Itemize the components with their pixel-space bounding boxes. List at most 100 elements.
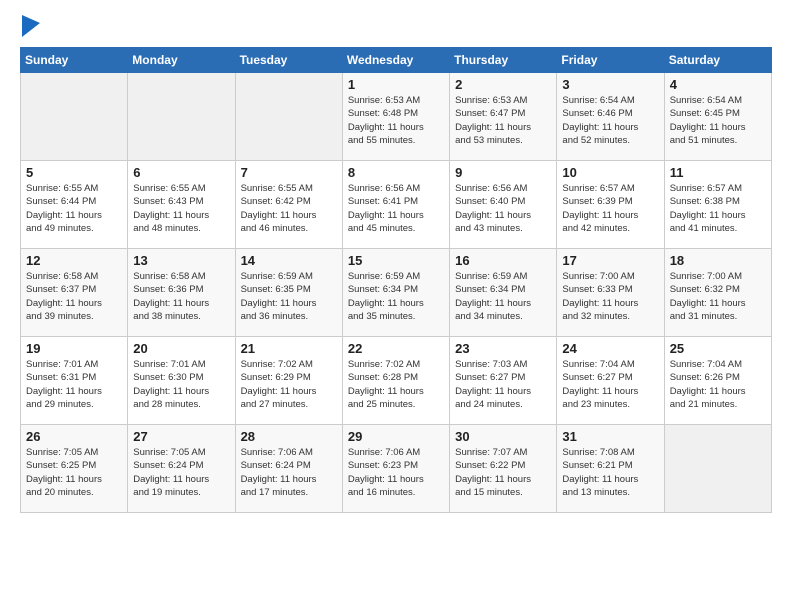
day-info: Sunrise: 6:56 AM Sunset: 6:41 PM Dayligh… — [348, 182, 444, 235]
weekday-sunday: Sunday — [21, 48, 128, 73]
day-info: Sunrise: 6:55 AM Sunset: 6:44 PM Dayligh… — [26, 182, 122, 235]
day-info: Sunrise: 6:57 AM Sunset: 6:39 PM Dayligh… — [562, 182, 658, 235]
day-info: Sunrise: 6:53 AM Sunset: 6:47 PM Dayligh… — [455, 94, 551, 147]
day-number: 20 — [133, 341, 229, 356]
day-info: Sunrise: 6:55 AM Sunset: 6:43 PM Dayligh… — [133, 182, 229, 235]
calendar-cell: 31Sunrise: 7:08 AM Sunset: 6:21 PM Dayli… — [557, 425, 664, 513]
weekday-thursday: Thursday — [450, 48, 557, 73]
calendar-cell: 29 Sunrise: 7:06 AM Sunset: 6:23 PM Dayli… — [342, 425, 449, 513]
day-number: 7 — [241, 165, 337, 180]
day-info: Sunrise: 7:02 AM Sunset: 6:28 PM Dayligh… — [348, 358, 444, 411]
calendar-cell: 14 Sunrise: 6:59 AM Sunset: 6:35 PM Dayli… — [235, 249, 342, 337]
calendar-cell: 26 Sunrise: 7:05 AM Sunset: 6:25 PM Dayli… — [21, 425, 128, 513]
day-info: Sunrise: 6:59 AM Sunset: 6:34 PM Dayligh… — [455, 270, 551, 323]
calendar-cell: 5 Sunrise: 6:55 AM Sunset: 6:44 PM Daylig… — [21, 161, 128, 249]
day-info: Sunrise: 7:06 AM Sunset: 6:23 PM Dayligh… — [348, 446, 444, 499]
calendar: SundayMondayTuesdayWednesdayThursdayFrid… — [20, 47, 772, 513]
day-number: 16 — [455, 253, 551, 268]
calendar-cell: 20Sunrise: 7:01 AM Sunset: 6:30 PM Dayli… — [128, 337, 235, 425]
calendar-cell: 28Sunrise: 7:06 AM Sunset: 6:24 PM Dayli… — [235, 425, 342, 513]
day-info: Sunrise: 6:58 AM Sunset: 6:37 PM Dayligh… — [26, 270, 122, 323]
week-row-4: 26 Sunrise: 7:05 AM Sunset: 6:25 PM Dayli… — [21, 425, 772, 513]
page: SundayMondayTuesdayWednesdayThursdayFrid… — [0, 0, 792, 612]
calendar-cell: 12 Sunrise: 6:58 AM Sunset: 6:37 PM Dayli… — [21, 249, 128, 337]
calendar-cell: 1 Sunrise: 6:53 AM Sunset: 6:48 PM Daylig… — [342, 73, 449, 161]
day-number: 14 — [241, 253, 337, 268]
day-info: Sunrise: 7:06 AM Sunset: 6:24 PM Dayligh… — [241, 446, 337, 499]
day-number: 9 — [455, 165, 551, 180]
day-info: Sunrise: 6:58 AM Sunset: 6:36 PM Dayligh… — [133, 270, 229, 323]
day-info: Sunrise: 6:55 AM Sunset: 6:42 PM Dayligh… — [241, 182, 337, 235]
calendar-cell: 23 Sunrise: 7:03 AM Sunset: 6:27 PM Dayli… — [450, 337, 557, 425]
day-number: 15 — [348, 253, 444, 268]
day-info: Sunrise: 6:54 AM Sunset: 6:45 PM Dayligh… — [670, 94, 766, 147]
day-info: Sunrise: 6:59 AM Sunset: 6:34 PM Dayligh… — [348, 270, 444, 323]
day-number: 4 — [670, 77, 766, 92]
week-row-0: 1 Sunrise: 6:53 AM Sunset: 6:48 PM Daylig… — [21, 73, 772, 161]
day-info: Sunrise: 6:59 AM Sunset: 6:35 PM Dayligh… — [241, 270, 337, 323]
day-info: Sunrise: 7:05 AM Sunset: 6:24 PM Dayligh… — [133, 446, 229, 499]
day-info: Sunrise: 7:00 AM Sunset: 6:33 PM Dayligh… — [562, 270, 658, 323]
day-info: Sunrise: 7:01 AM Sunset: 6:31 PM Dayligh… — [26, 358, 122, 411]
calendar-cell — [664, 425, 771, 513]
day-number: 3 — [562, 77, 658, 92]
day-info: Sunrise: 6:53 AM Sunset: 6:48 PM Dayligh… — [348, 94, 444, 147]
day-info: Sunrise: 7:04 AM Sunset: 6:26 PM Dayligh… — [670, 358, 766, 411]
calendar-cell: 25 Sunrise: 7:04 AM Sunset: 6:26 PM Dayli… — [664, 337, 771, 425]
header — [20, 15, 772, 37]
calendar-cell: 7 Sunrise: 6:55 AM Sunset: 6:42 PM Daylig… — [235, 161, 342, 249]
calendar-cell: 30Sunrise: 7:07 AM Sunset: 6:22 PM Dayli… — [450, 425, 557, 513]
day-number: 27 — [133, 429, 229, 444]
day-number: 18 — [670, 253, 766, 268]
week-row-2: 12 Sunrise: 6:58 AM Sunset: 6:37 PM Dayli… — [21, 249, 772, 337]
week-row-3: 19Sunrise: 7:01 AM Sunset: 6:31 PM Dayli… — [21, 337, 772, 425]
calendar-cell: 24 Sunrise: 7:04 AM Sunset: 6:27 PM Dayli… — [557, 337, 664, 425]
day-number: 5 — [26, 165, 122, 180]
day-number: 13 — [133, 253, 229, 268]
calendar-cell: 11 Sunrise: 6:57 AM Sunset: 6:38 PM Dayli… — [664, 161, 771, 249]
weekday-wednesday: Wednesday — [342, 48, 449, 73]
weekday-saturday: Saturday — [664, 48, 771, 73]
calendar-cell: 3 Sunrise: 6:54 AM Sunset: 6:46 PM Daylig… — [557, 73, 664, 161]
calendar-cell: 15 Sunrise: 6:59 AM Sunset: 6:34 PM Dayli… — [342, 249, 449, 337]
day-number: 22 — [348, 341, 444, 356]
day-info: Sunrise: 7:04 AM Sunset: 6:27 PM Dayligh… — [562, 358, 658, 411]
day-number: 26 — [26, 429, 122, 444]
day-info: Sunrise: 6:57 AM Sunset: 6:38 PM Dayligh… — [670, 182, 766, 235]
calendar-cell: 4 Sunrise: 6:54 AM Sunset: 6:45 PM Daylig… — [664, 73, 771, 161]
calendar-cell: 6 Sunrise: 6:55 AM Sunset: 6:43 PM Daylig… — [128, 161, 235, 249]
day-number: 25 — [670, 341, 766, 356]
calendar-cell: 17 Sunrise: 7:00 AM Sunset: 6:33 PM Dayli… — [557, 249, 664, 337]
weekday-monday: Monday — [128, 48, 235, 73]
day-number: 8 — [348, 165, 444, 180]
calendar-cell: 10 Sunrise: 6:57 AM Sunset: 6:39 PM Dayli… — [557, 161, 664, 249]
day-info: Sunrise: 7:03 AM Sunset: 6:27 PM Dayligh… — [455, 358, 551, 411]
calendar-cell — [21, 73, 128, 161]
logo-icon — [22, 15, 40, 37]
logo — [20, 15, 40, 37]
calendar-cell — [128, 73, 235, 161]
calendar-cell: 18Sunrise: 7:00 AM Sunset: 6:32 PM Dayli… — [664, 249, 771, 337]
calendar-cell: 21 Sunrise: 7:02 AM Sunset: 6:29 PM Dayli… — [235, 337, 342, 425]
day-number: 1 — [348, 77, 444, 92]
day-info: Sunrise: 7:05 AM Sunset: 6:25 PM Dayligh… — [26, 446, 122, 499]
day-number: 17 — [562, 253, 658, 268]
day-info: Sunrise: 6:54 AM Sunset: 6:46 PM Dayligh… — [562, 94, 658, 147]
day-number: 12 — [26, 253, 122, 268]
day-number: 10 — [562, 165, 658, 180]
weekday-friday: Friday — [557, 48, 664, 73]
day-number: 11 — [670, 165, 766, 180]
calendar-cell: 27 Sunrise: 7:05 AM Sunset: 6:24 PM Dayli… — [128, 425, 235, 513]
day-number: 23 — [455, 341, 551, 356]
calendar-cell — [235, 73, 342, 161]
calendar-cell: 2 Sunrise: 6:53 AM Sunset: 6:47 PM Daylig… — [450, 73, 557, 161]
weekday-tuesday: Tuesday — [235, 48, 342, 73]
day-info: Sunrise: 6:56 AM Sunset: 6:40 PM Dayligh… — [455, 182, 551, 235]
week-row-1: 5 Sunrise: 6:55 AM Sunset: 6:44 PM Daylig… — [21, 161, 772, 249]
day-number: 24 — [562, 341, 658, 356]
day-number: 29 — [348, 429, 444, 444]
day-info: Sunrise: 7:02 AM Sunset: 6:29 PM Dayligh… — [241, 358, 337, 411]
day-number: 21 — [241, 341, 337, 356]
day-number: 6 — [133, 165, 229, 180]
day-number: 2 — [455, 77, 551, 92]
